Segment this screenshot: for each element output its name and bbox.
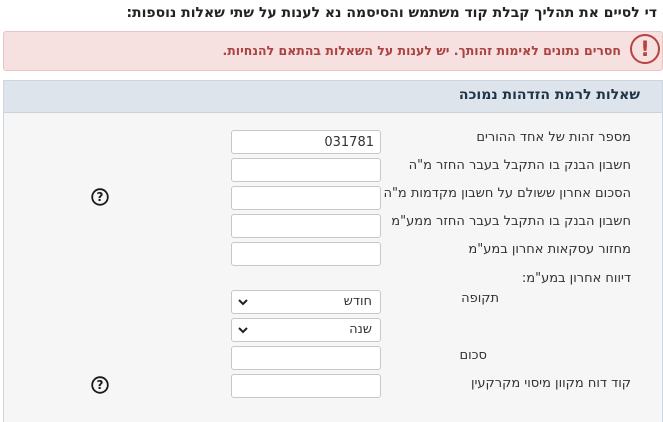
chevron-down-icon: [238, 327, 248, 334]
real-estate-code-label: קוד דוח מקוון מיסוי מקרקעין: [470, 376, 631, 391]
intro-text: די לסיים את תהליך קבלת קוד משתמש והסיסמה…: [126, 5, 657, 21]
month-select-value: חודש: [343, 294, 372, 309]
bank-vat-refund-input[interactable]: [231, 214, 381, 238]
panel-title: שאלות לרמת הזדהות נמוכה: [458, 87, 640, 103]
bank-income-tax-input[interactable]: [231, 158, 381, 182]
help-glyph: ?: [97, 378, 104, 392]
last-vat-turnover-input[interactable]: [231, 242, 381, 266]
year-select[interactable]: שנה: [231, 318, 381, 342]
parent-id-label: מספר זהות של אחד ההורים: [476, 130, 631, 145]
alert-exclamation-icon: !: [630, 34, 660, 64]
help-icon[interactable]: ?: [91, 376, 109, 394]
alert-message: חסרים נתונים לאימות זהותך. יש לענות על ה…: [222, 43, 621, 58]
bank-vat-refund-label: חשבון הבנק בו התקבל בעבר החזר ממע"מ: [391, 214, 631, 229]
help-icon[interactable]: ?: [91, 188, 109, 206]
parent-id-input[interactable]: [231, 130, 381, 154]
amount-label: סכום: [459, 348, 487, 363]
last-advance-payment-label: הסכום אחרון ששולם על חשבון מקדמות מ"ה: [383, 186, 631, 201]
last-advance-payment-input[interactable]: [231, 186, 381, 210]
amount-input[interactable]: [231, 346, 381, 370]
bank-income-tax-label: חשבון הבנק בו התקבל בעבר החזר מ"ה: [408, 158, 631, 173]
year-select-value: שנה: [349, 322, 372, 337]
real-estate-code-input[interactable]: [231, 374, 381, 398]
vat-report-heading: דיווח אחרון במע"מ:: [521, 271, 631, 286]
last-vat-turnover-label: מחזור עסקאות אחרון במע"מ: [468, 242, 631, 257]
month-select[interactable]: חודש: [231, 290, 381, 314]
chevron-down-icon: [238, 299, 248, 306]
help-glyph: ?: [97, 190, 104, 204]
period-label: תקופה: [461, 291, 499, 306]
